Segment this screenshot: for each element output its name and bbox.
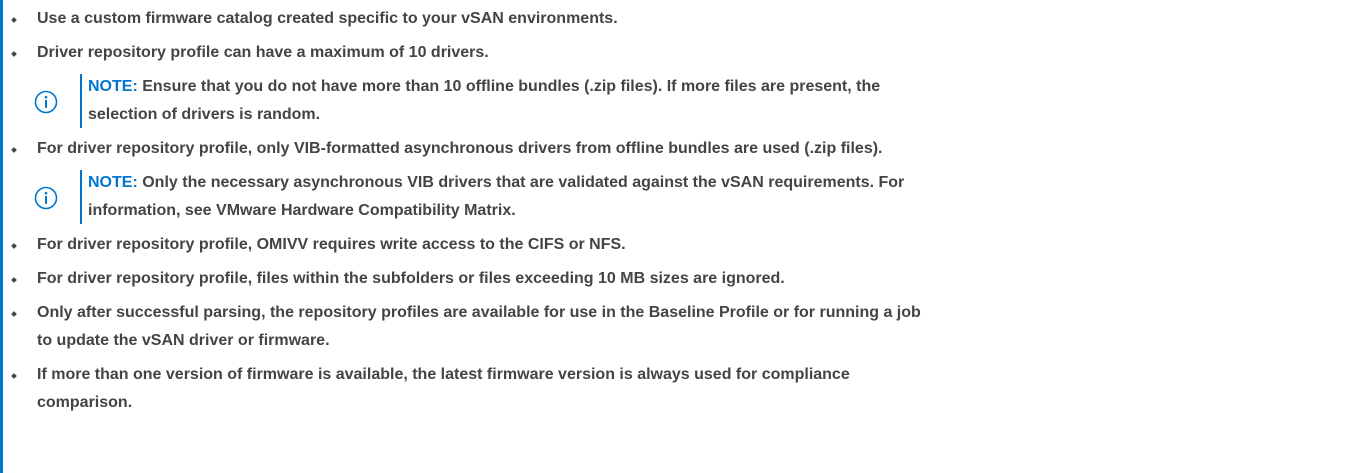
note-line: NOTE: Only the necessary asynchronous VI… bbox=[88, 169, 1349, 197]
note-text: selection of drivers is random. bbox=[88, 106, 321, 123]
note-label: NOTE: bbox=[88, 78, 138, 95]
diamond-bullet-icon bbox=[11, 17, 17, 23]
note-text: Only the necessary asynchronous VIB driv… bbox=[142, 174, 905, 191]
diamond-bullet-icon bbox=[11, 243, 17, 249]
info-circle-icon bbox=[34, 90, 58, 114]
list-item: If more than one version of firmware is … bbox=[0, 361, 1349, 417]
list-item: For driver repository profile, OMIVV req… bbox=[0, 231, 1349, 259]
list-item-text: Only after successful parsing, the repos… bbox=[37, 304, 921, 321]
note-text: Ensure that you do not have more than 10… bbox=[142, 78, 881, 95]
list-item-text: Driver repository profile can have a max… bbox=[37, 44, 489, 61]
note-divider bbox=[80, 74, 82, 128]
list-item-text: Use a custom firmware catalog created sp… bbox=[37, 10, 618, 27]
list-item: Only after successful parsing, the repos… bbox=[0, 299, 1349, 355]
list-item: Use a custom firmware catalog created sp… bbox=[0, 5, 1349, 33]
note-label: NOTE: bbox=[88, 174, 138, 191]
list-item-text: comparison. bbox=[37, 394, 133, 411]
list-item-text: If more than one version of firmware is … bbox=[37, 366, 850, 383]
diamond-bullet-icon bbox=[11, 277, 17, 283]
bulleted-list: Use a custom firmware catalog created sp… bbox=[0, 0, 1349, 423]
diamond-bullet-icon bbox=[11, 51, 17, 57]
note-text: information, see VMware Hardware Compati… bbox=[88, 202, 516, 219]
list-item: For driver repository profile, only VIB-… bbox=[0, 135, 1349, 163]
list-item: For driver repository profile, files wit… bbox=[0, 265, 1349, 293]
list-item-text: For driver repository profile, only VIB-… bbox=[37, 140, 883, 157]
note-divider bbox=[80, 170, 82, 224]
list-item: Driver repository profile can have a max… bbox=[0, 39, 1349, 67]
note-callout: NOTE: Ensure that you do not have more t… bbox=[34, 73, 1349, 129]
info-circle-icon bbox=[34, 186, 58, 210]
diamond-bullet-icon bbox=[11, 311, 17, 317]
list-item-text: For driver repository profile, files wit… bbox=[37, 270, 785, 287]
note-callout: NOTE: Only the necessary asynchronous VI… bbox=[34, 169, 1349, 225]
list-item-text: to update the vSAN driver or firmware. bbox=[37, 332, 330, 349]
note-line: NOTE: Ensure that you do not have more t… bbox=[88, 73, 1349, 101]
diamond-bullet-icon bbox=[11, 147, 17, 153]
list-item-text: For driver repository profile, OMIVV req… bbox=[37, 236, 626, 253]
diamond-bullet-icon bbox=[11, 373, 17, 379]
